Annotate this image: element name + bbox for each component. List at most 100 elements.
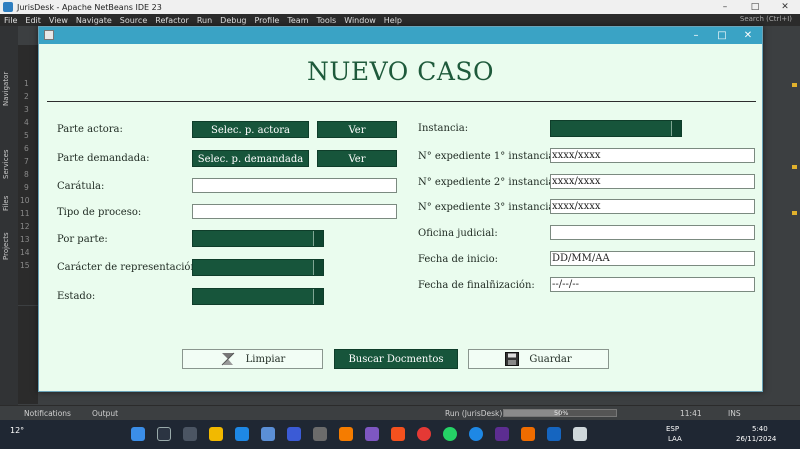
terminal-icon[interactable] [313,427,327,441]
minimize-icon[interactable]: – [683,28,709,43]
line-number: 5 [24,131,29,140]
browser-icon[interactable] [469,427,483,441]
rail-tab-navigator[interactable]: Navigator [2,66,16,112]
chevron-down-icon[interactable] [313,231,323,246]
security-icon[interactable] [261,427,275,441]
select-parte-actora-button[interactable]: Selec. p. actora [192,121,309,138]
menu-view[interactable]: View [45,16,72,25]
fecha-inicio-label: Fecha de inicio: [418,254,499,265]
nuevo-caso-dialog: – □ ✕ NUEVO CASO Parte actora: Selec. p.… [38,26,763,392]
close-icon[interactable]: ✕ [770,0,800,14]
chevron-down-icon[interactable] [671,121,681,136]
instancia-label: Instancia: [418,123,469,134]
search-icon[interactable] [157,427,171,441]
caracter-representacion-select[interactable] [192,259,324,276]
task-view-icon[interactable] [183,427,197,441]
broom-icon [221,352,235,366]
java-app-icon[interactable] [573,427,587,441]
buscar-documentos-button[interactable]: Buscar Docmentos [334,349,458,369]
whatsapp-icon[interactable] [443,427,457,441]
maximize-icon[interactable]: □ [740,0,770,14]
visual-studio-icon[interactable] [495,427,509,441]
view-parte-actora-button[interactable]: Ver [317,121,397,138]
expediente-3-field[interactable]: xxxx/xxxx [550,199,755,214]
menu-edit[interactable]: Edit [21,16,45,25]
error-marker[interactable] [792,83,797,87]
keyboard-layout[interactable]: LAA [668,435,682,443]
error-marker[interactable] [792,211,797,215]
notifications-tab[interactable]: Notifications [24,409,71,418]
close-icon[interactable]: ✕ [735,28,761,43]
vscode-icon[interactable] [235,427,249,441]
file-explorer-icon[interactable] [209,427,223,441]
oficina-judicial-field[interactable] [550,225,755,240]
fecha-finalizacion-field[interactable]: --/--/-- [550,277,755,292]
caratula-field[interactable] [192,178,397,193]
caret-position: 11:41 [680,409,702,418]
line-number: 11 [20,209,30,218]
app-icon[interactable] [365,427,379,441]
instancia-select[interactable] [550,120,682,137]
language-indicator[interactable]: ESP [666,425,679,433]
run-status-label: Run (JurisDesk) [445,409,503,418]
limpiar-button[interactable]: Limpiar [182,349,323,369]
app-icon[interactable] [339,427,353,441]
menu-help[interactable]: Help [380,16,406,25]
menu-file[interactable]: File [0,16,21,25]
menu-navigate[interactable]: Navigate [72,16,116,25]
dialog-title-bar[interactable]: – □ ✕ [39,27,762,44]
app-icon[interactable] [521,427,535,441]
menu-run[interactable]: Run [193,16,216,25]
menu-team[interactable]: Team [283,16,312,25]
select-parte-demandada-button[interactable]: Selec. p. demandada [192,150,309,167]
line-number: 2 [24,92,29,101]
windows-start-icon[interactable] [131,427,145,441]
clock-time[interactable]: 5:40 [752,425,768,433]
line-number: 4 [24,118,29,127]
rail-tab-services[interactable]: Services [2,144,16,184]
guardar-label: Guardar [529,353,572,365]
maximize-icon[interactable]: □ [709,28,735,43]
caracter-representacion-label: Carácter de representación: [57,262,201,273]
chrome-icon[interactable] [417,427,431,441]
estado-select[interactable] [192,288,324,305]
netbeans-app-icon [3,2,13,12]
error-marker[interactable] [792,165,797,169]
menu-refactor[interactable]: Refactor [151,16,193,25]
tipo-proceso-field[interactable] [192,204,397,219]
run-progress-text: 50% [554,409,569,417]
app-icon[interactable] [287,427,301,441]
line-number: 8 [24,170,29,179]
app-icon[interactable] [391,427,405,441]
rail-tab-files[interactable]: Files [2,191,16,215]
line-number: 13 [20,235,30,244]
word-icon[interactable] [547,427,561,441]
fecha-inicio-field[interactable]: DD/MM/AA [550,251,755,266]
line-number: 9 [24,183,29,192]
menu-window[interactable]: Window [340,16,380,25]
chevron-down-icon[interactable] [313,260,323,275]
expediente-1-field[interactable]: xxxx/xxxx [550,148,755,163]
output-tab[interactable]: Output [92,409,118,418]
weather-widget[interactable]: 12° [10,426,24,435]
view-parte-demandada-button[interactable]: Ver [317,150,397,167]
menu-profile[interactable]: Profile [250,16,283,25]
output-panel [18,306,38,404]
expediente-1-label: N° expediente 1° instancia: [418,151,558,162]
minimize-icon[interactable]: – [710,0,740,14]
menu-source[interactable]: Source [116,16,151,25]
chevron-down-icon[interactable] [313,289,323,304]
rail-tab-projects[interactable]: Projects [2,226,16,266]
expediente-2-field[interactable]: xxxx/xxxx [550,174,755,189]
run-progress-bar: 50% [503,409,617,417]
ide-menu-bar: File Edit View Navigate Source Refactor … [0,14,800,26]
guardar-button[interactable]: Guardar [468,349,609,369]
line-number: 3 [24,105,29,114]
caratula-label: Carátula: [57,181,105,192]
menu-tools[interactable]: Tools [313,16,341,25]
clock-date[interactable]: 26/11/2024 [736,435,776,443]
save-icon [505,352,520,366]
por-parte-select[interactable] [192,230,324,247]
ide-search-input[interactable]: Search (Ctrl+I) [740,15,792,23]
menu-debug[interactable]: Debug [216,16,250,25]
